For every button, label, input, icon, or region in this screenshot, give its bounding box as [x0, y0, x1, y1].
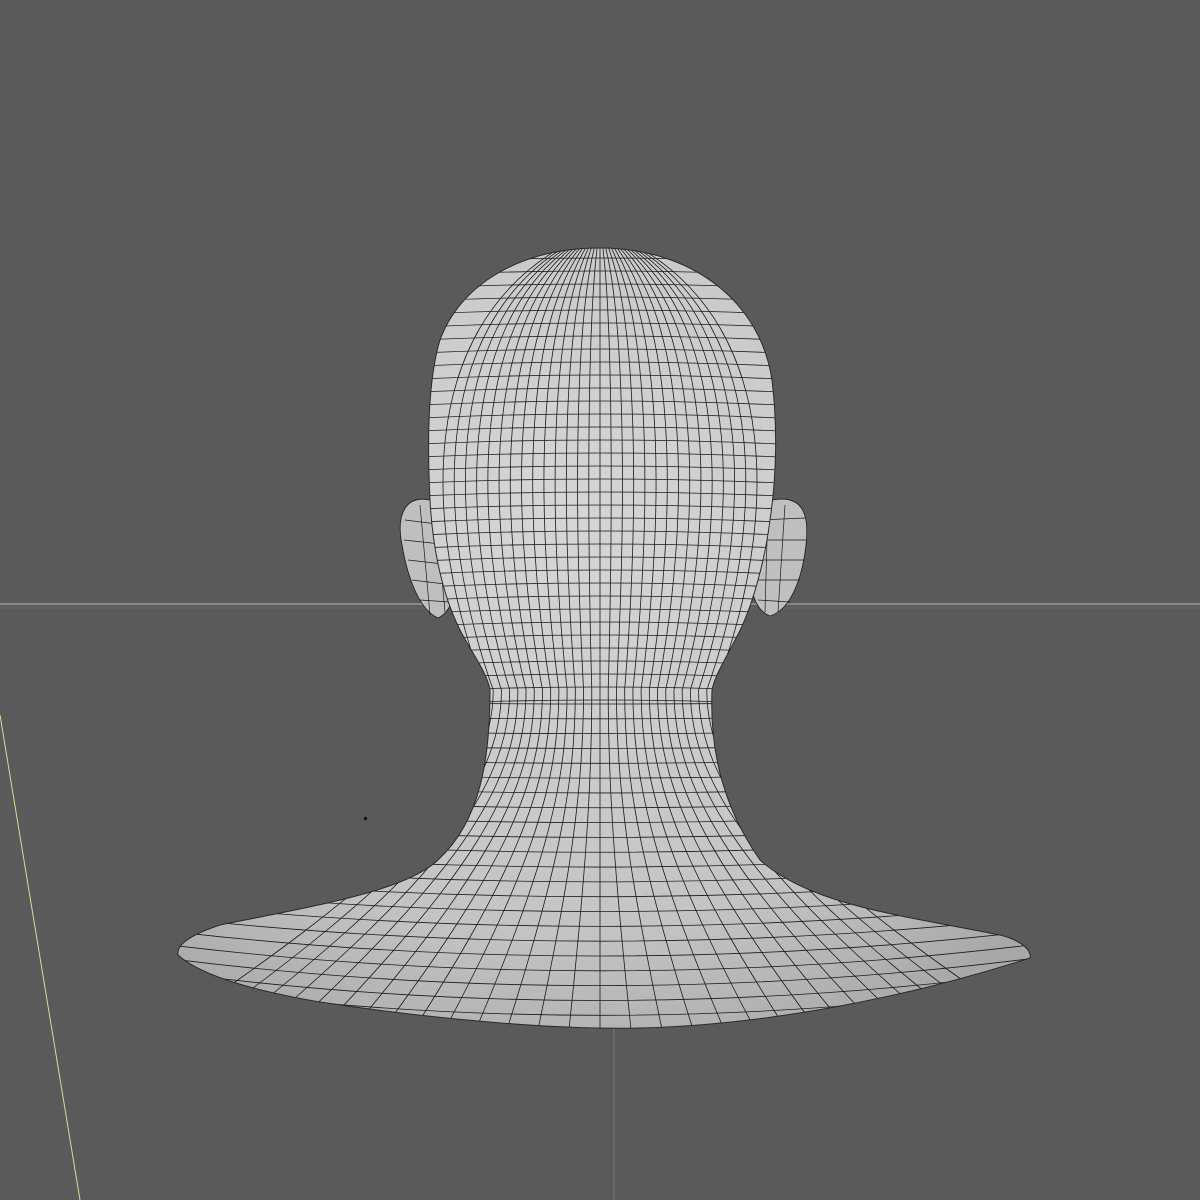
wireframe-edge	[177, 1023, 1031, 1029]
axis-line-left	[0, 714, 81, 1200]
viewport-canvas[interactable]	[0, 0, 1200, 1200]
3d-viewport[interactable]	[0, 0, 1200, 1200]
head-bust-mesh[interactable]	[150, 247, 1050, 1060]
pivot-dot	[364, 817, 367, 820]
